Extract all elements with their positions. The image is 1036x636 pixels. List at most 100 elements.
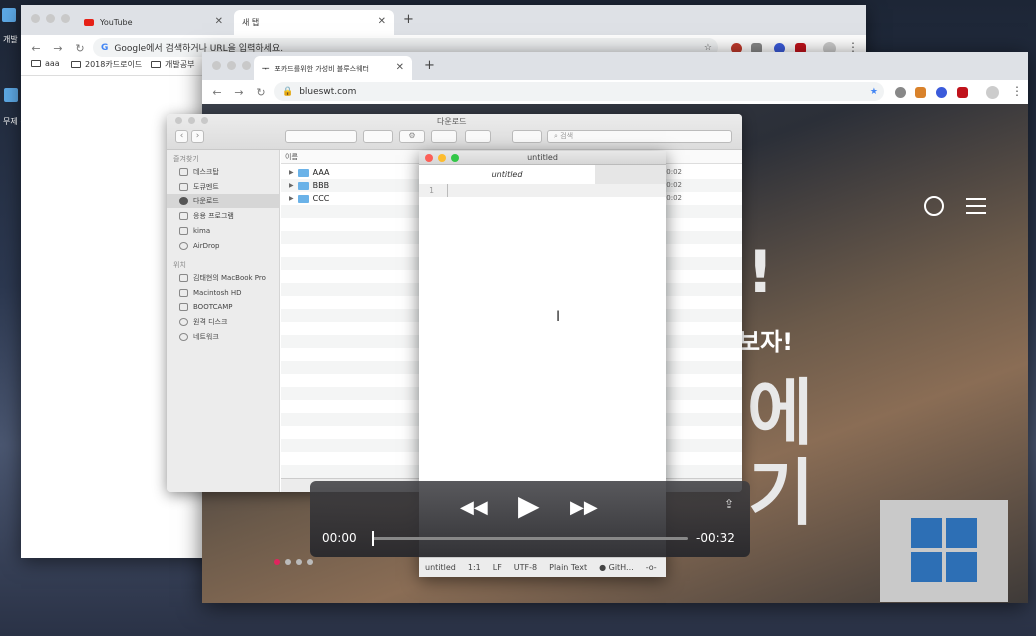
play-icon[interactable]: ▶ <box>518 489 540 522</box>
close-icon[interactable]: ✕ <box>378 16 386 27</box>
forward-icon[interactable]: → <box>51 42 65 55</box>
status-position[interactable]: 1:1 <box>468 563 481 572</box>
sidebar-item-label: kima <box>193 227 211 235</box>
folder-icon <box>31 60 41 67</box>
sidebar-item-airdrop[interactable]: AirDrop <box>167 239 280 253</box>
search-icon[interactable] <box>924 196 944 216</box>
status-encoding[interactable]: UTF-8 <box>514 563 537 572</box>
carousel-dots[interactable] <box>274 559 313 565</box>
column-name: 이름 <box>285 153 298 161</box>
folder-icon <box>71 61 81 68</box>
window-title: 다운로드 <box>437 117 467 126</box>
sidebar-item-network[interactable]: 네트워크 <box>167 330 280 344</box>
tab-untitled[interactable]: untitled <box>419 165 595 184</box>
sidebar-item-applications[interactable]: 응용 프로그램 <box>167 209 280 223</box>
sidebar-item-label: 원격 디스크 <box>193 318 228 326</box>
status-file[interactable]: untitled <box>425 563 456 572</box>
close-icon[interactable]: ✕ <box>215 16 223 27</box>
sidebar-heading: 즐겨찾기 <box>173 155 199 163</box>
disclosure-icon[interactable]: ▶ <box>289 169 294 176</box>
gear-icon[interactable]: ⚙ <box>399 130 425 143</box>
search-field[interactable]: ⌕ 검색 <box>547 130 732 143</box>
folder-icon[interactable] <box>4 88 18 102</box>
extension-icon[interactable] <box>895 87 906 98</box>
toolbar: ← → ↻ 🔒 blueswt.com ★ ⋮ <box>202 80 1028 104</box>
new-tab-button[interactable]: + <box>424 58 435 73</box>
star-icon[interactable]: ☆ <box>704 43 712 53</box>
hero-text: ! <box>747 238 774 306</box>
file-date: 0:02 <box>666 168 682 176</box>
reload-icon[interactable]: ↻ <box>254 86 268 99</box>
back-icon[interactable]: ← <box>210 86 224 99</box>
download-icon <box>179 197 188 205</box>
disk-icon <box>179 303 188 311</box>
forward-icon[interactable]: → <box>232 86 246 99</box>
sidebar-item-remote-disc[interactable]: 원격 디스크 <box>167 315 280 329</box>
star-icon[interactable]: ★ <box>870 87 878 97</box>
menu-icon[interactable]: ⋮ <box>1011 84 1023 98</box>
view-mode-buttons[interactable] <box>285 130 357 143</box>
status-eol[interactable]: LF <box>493 563 502 572</box>
reload-icon[interactable]: ↻ <box>73 42 87 55</box>
sidebar-item-desktop[interactable]: 데스크탑 <box>167 165 280 179</box>
sidebar-item-label: 데스크탑 <box>193 168 219 176</box>
folder-icon <box>297 181 309 190</box>
applications-icon <box>179 212 188 220</box>
progress-knob[interactable] <box>372 531 374 546</box>
sidebar-item-label: 응용 프로그램 <box>193 212 234 220</box>
github-icon: ● <box>599 563 607 572</box>
forward-icon[interactable]: › <box>191 130 204 143</box>
window-controls[interactable] <box>212 61 251 70</box>
status-grammar[interactable]: Plain Text <box>549 563 587 572</box>
folder-icon <box>151 61 161 68</box>
new-tab-button[interactable]: + <box>403 12 414 27</box>
folder-icon[interactable] <box>2 8 16 22</box>
window-controls[interactable] <box>175 117 208 124</box>
site-favicon: ᅮ <box>262 64 270 73</box>
avatar[interactable] <box>986 86 999 99</box>
sidebar-item-macbook[interactable]: 김태현의 MacBook Pro <box>167 271 280 285</box>
hero-text: 보자! <box>738 328 794 356</box>
tab-new[interactable]: 새 탭 ✕ <box>234 10 394 35</box>
tab-title: 새 탭 <box>242 18 260 27</box>
back-icon[interactable]: ← <box>29 42 43 55</box>
bookmark-aaa[interactable]: aaa <box>31 59 60 68</box>
window-controls[interactable] <box>31 14 70 23</box>
group-button[interactable] <box>363 130 393 143</box>
editor-titlebar: untitled <box>419 151 666 165</box>
sidebar-item-downloads[interactable]: 다운로드 <box>167 194 280 208</box>
share-icon[interactable]: ⇪ <box>724 497 734 511</box>
bookmark-2018[interactable]: 2018카드로이드 <box>71 59 142 70</box>
tag-button[interactable] <box>465 130 491 143</box>
share-button[interactable] <box>431 130 457 143</box>
disclosure-icon[interactable]: ▶ <box>289 195 294 202</box>
home-icon <box>179 227 188 235</box>
hamburger-menu-icon[interactable] <box>966 198 986 214</box>
github-status[interactable]: ● GitH... <box>599 563 634 572</box>
sidebar-item-home[interactable]: kima <box>167 224 280 238</box>
fast-forward-icon[interactable]: ▶▶ <box>570 497 598 518</box>
back-icon[interactable]: ‹ <box>175 130 188 143</box>
bookmark-dev[interactable]: 개발공부 <box>151 59 194 70</box>
laptop-icon <box>179 274 188 282</box>
tab-title: 포카드를위한 가성비 블루스웨터 <box>274 64 369 73</box>
rewind-icon[interactable]: ◀◀ <box>460 497 488 518</box>
sidebar-item-macintosh-hd[interactable]: Macintosh HD <box>167 286 280 300</box>
close-icon[interactable]: ✕ <box>396 62 404 73</box>
disclosure-icon[interactable]: ▶ <box>289 182 294 189</box>
extension-icon[interactable] <box>915 87 926 98</box>
omnibox[interactable]: 🔒 blueswt.com ★ <box>274 82 884 101</box>
extension-icon[interactable] <box>936 87 947 98</box>
extension-icon[interactable] <box>957 87 968 98</box>
sidebar-item-bootcamp[interactable]: BOOTCAMP <box>167 300 280 314</box>
status-bar: untitled 1:1 LF UTF-8 Plain Text ● GitH.… <box>419 557 666 577</box>
editor-tabbar: untitled <box>419 165 666 184</box>
progress-track[interactable] <box>372 531 688 546</box>
tab-blueswt[interactable]: ᅮ 포카드를위한 가성비 블루스웨터 ✕ <box>254 56 412 81</box>
file-date: 0:02 <box>666 181 682 189</box>
sidebar-item-documents[interactable]: 도큐멘트 <box>167 180 280 194</box>
git-commit-icon[interactable]: -o- <box>646 563 657 572</box>
tab-youtube[interactable]: YouTube ✕ <box>76 10 231 35</box>
dropbox-button[interactable] <box>512 130 542 143</box>
windows-logo-card <box>880 500 1008 602</box>
